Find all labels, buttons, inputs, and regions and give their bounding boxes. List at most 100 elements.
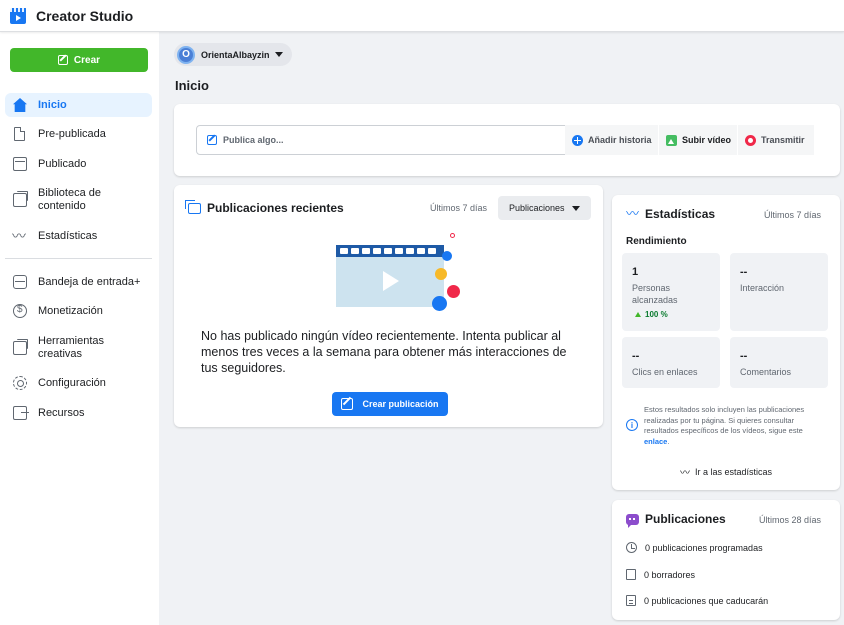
- publications-row-scheduled[interactable]: 0 publicaciones programadas: [626, 542, 763, 553]
- insights-icon: 〰: [626, 206, 640, 221]
- upload-video-button[interactable]: Subir vídeo: [659, 125, 738, 155]
- stats-card: 〰 Estadísticas Últimos 7 días Rendimient…: [612, 195, 840, 490]
- chat-bubble-icon: [626, 513, 639, 528]
- compose-icon: [207, 135, 217, 145]
- stat-label: Personas alcanzadas: [632, 283, 678, 305]
- stat-tile-comments[interactable]: -- Comentarios: [730, 337, 828, 388]
- posts-filter-value: Publicaciones: [509, 203, 565, 213]
- sidebar-item-label: Publicado: [38, 157, 87, 170]
- browser-icon: [13, 157, 27, 171]
- stat-value: --: [740, 266, 748, 278]
- empty-video-illustration: [336, 233, 462, 315]
- stats-note-end: .: [667, 436, 670, 446]
- dollar-icon: [13, 304, 27, 318]
- create-post-button[interactable]: Crear publicación: [332, 392, 448, 416]
- sidebar-item-recursos[interactable]: Recursos: [5, 401, 152, 425]
- publications-row-label: 0 publicaciones programadas: [645, 542, 763, 553]
- arrow-up-icon: [635, 312, 641, 317]
- sidebar-item-label: Recursos: [38, 406, 85, 419]
- broadcast-button[interactable]: Transmitir: [738, 125, 814, 155]
- calendar-icon: [626, 595, 636, 606]
- sidebar-item-herramientas[interactable]: Herramientas creativas: [5, 331, 152, 365]
- stat-delta: 100 %: [635, 310, 668, 319]
- sidebar-item-biblioteca[interactable]: Biblioteca de contenido: [5, 183, 152, 217]
- photo-video-icon: [666, 134, 677, 146]
- play-icon: [383, 271, 399, 291]
- top-bar: Creator Studio: [0, 0, 844, 32]
- live-icon: [745, 134, 756, 146]
- sidebar-divider: [5, 258, 152, 259]
- sidebar-item-configuracion[interactable]: Configuración: [5, 371, 152, 395]
- composer-input[interactable]: Publica algo...: [196, 125, 567, 155]
- sidebar: Crear Inicio Pre-publicada Publicado Bib…: [0, 32, 159, 625]
- stats-subtitle: Rendimiento: [626, 236, 687, 247]
- plus-circle-icon: [572, 134, 583, 146]
- add-story-label: Añadir historia: [588, 135, 652, 145]
- stat-tile-reach[interactable]: 1 Personas alcanzadas 100 %: [622, 253, 720, 331]
- publications-row-drafts[interactable]: 0 borradores: [626, 569, 695, 580]
- create-button[interactable]: Crear: [10, 48, 148, 72]
- stats-note-link[interactable]: enlace: [644, 437, 667, 446]
- empty-state-message: No has publicado ningún vídeo recienteme…: [201, 329, 567, 375]
- sidebar-item-publicado[interactable]: Publicado: [5, 152, 152, 176]
- stat-value: --: [740, 350, 748, 362]
- clock-icon: [626, 542, 637, 553]
- page-title: Inicio: [175, 78, 209, 93]
- stat-label: Clics en enlaces: [632, 367, 698, 377]
- publications-range: Últimos 28 días: [758, 515, 821, 525]
- composer-placeholder: Publica algo...: [223, 135, 284, 145]
- publications-title: Publicaciones: [645, 512, 726, 526]
- sidebar-item-label: Inicio: [38, 98, 67, 111]
- stats-note: Estos resultados solo incluyen las publi…: [644, 405, 824, 447]
- sidebar-item-label: Pre-publicada: [38, 127, 106, 140]
- compose-icon: [57, 55, 68, 65]
- sidebar-item-label: Estadísticas: [38, 229, 98, 242]
- insights-icon: [12, 226, 27, 246]
- wow-reaction-icon: [435, 268, 447, 280]
- sidebar-item-label: Bandeja de entrada+: [38, 275, 141, 288]
- stat-label: Comentarios: [740, 367, 792, 377]
- compose-icon: [341, 398, 354, 410]
- create-post-label: Crear publicación: [362, 399, 439, 409]
- sidebar-item-pre-publicada[interactable]: Pre-publicada: [5, 122, 152, 146]
- publications-row-expiring[interactable]: 0 publicaciones que caducarán: [626, 595, 768, 606]
- insights-icon: 〰: [679, 468, 690, 479]
- posts-filter-dropdown[interactable]: Publicaciones: [498, 196, 591, 220]
- like-reaction-icon: [432, 296, 447, 311]
- stat-tile-link-clicks[interactable]: -- Clics en enlaces: [622, 337, 720, 388]
- sidebar-item-label: Herramientas creativas: [38, 335, 105, 360]
- recent-posts-range: Últimos 7 días: [430, 203, 488, 213]
- stats-range: Últimos 7 días: [763, 210, 821, 220]
- page-selector[interactable]: O OrientaAlbayzin: [174, 43, 292, 66]
- go-to-stats-link[interactable]: 〰 Ir a las estadísticas: [612, 464, 840, 480]
- sidebar-item-label: Configuración: [38, 376, 106, 389]
- posts-stack-icon: [185, 199, 201, 214]
- gear-icon: [13, 376, 27, 390]
- stats-note-text: Estos resultados solo incluyen las publi…: [644, 405, 805, 435]
- sidebar-item-bandeja[interactable]: Bandeja de entrada+: [5, 270, 152, 294]
- sidebar-item-monetizacion[interactable]: Monetización: [5, 299, 152, 323]
- composer-card: Publica algo... Añadir historia Subir ví…: [174, 104, 840, 176]
- stat-label: Interacción: [740, 283, 785, 293]
- sidebar-item-inicio[interactable]: Inicio: [5, 93, 152, 117]
- sidebar-item-label: Monetización: [38, 304, 103, 317]
- info-icon: i: [626, 419, 638, 431]
- creator-studio-logo-icon[interactable]: [10, 7, 26, 24]
- add-story-button[interactable]: Añadir historia: [565, 125, 658, 155]
- stat-value: --: [632, 350, 640, 362]
- create-button-label: Crear: [73, 54, 101, 66]
- page-avatar: O: [177, 45, 195, 64]
- upload-video-label: Subir vídeo: [682, 135, 732, 145]
- stats-title: Estadísticas: [645, 207, 716, 221]
- inbox-icon: [13, 275, 27, 289]
- love-reaction-icon: [447, 285, 460, 298]
- caret-down-icon: [571, 205, 580, 211]
- stat-tile-engagement[interactable]: -- Interacción: [730, 253, 828, 331]
- page-name: OrientaAlbayzin: [201, 49, 270, 60]
- sidebar-item-estadisticas[interactable]: Estadísticas: [5, 224, 152, 248]
- recent-posts-title: Publicaciones recientes: [207, 201, 344, 215]
- sidebar-item-label: Biblioteca de contenido: [38, 187, 101, 212]
- stat-value: 1: [632, 266, 639, 278]
- go-to-stats-label: Ir a las estadísticas: [694, 466, 773, 477]
- app-title[interactable]: Creator Studio: [36, 8, 133, 24]
